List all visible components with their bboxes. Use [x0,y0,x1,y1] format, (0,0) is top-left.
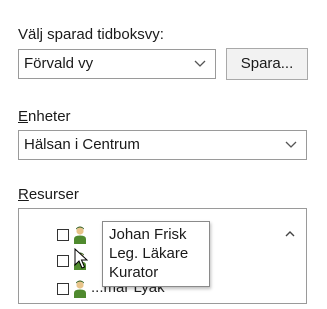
resources-label: Resurser [18,186,79,203]
chevron-down-icon [193,50,207,78]
units-select[interactable]: Hälsan i Centrum [18,130,307,160]
save-view-button[interactable]: Spara... [226,48,308,80]
chevron-up-icon[interactable] [282,225,298,241]
resource-tooltip: Johan Frisk Leg. Läkare Kurator [102,221,210,287]
person-icon [74,226,86,244]
saved-view-selected-text: Förvald vy [24,55,94,72]
resource-checkbox[interactable] [57,255,69,267]
units-label: Enheter [18,108,71,125]
mouse-pointer-icon [74,248,88,269]
tooltip-line-name: Johan Frisk [109,226,187,243]
resource-checkbox[interactable] [57,283,69,295]
saved-view-label: Välj sparad tidboksvy: [18,26,164,43]
units-selected-text: Hälsan i Centrum [24,136,140,153]
tooltip-line-role: Kurator [109,264,159,281]
tooltip-line-title: Leg. Läkare [109,245,189,262]
saved-view-select[interactable]: Förvald vy [18,49,216,79]
resource-checkbox[interactable] [57,229,69,241]
chevron-down-icon [284,131,298,159]
person-icon [74,280,86,298]
